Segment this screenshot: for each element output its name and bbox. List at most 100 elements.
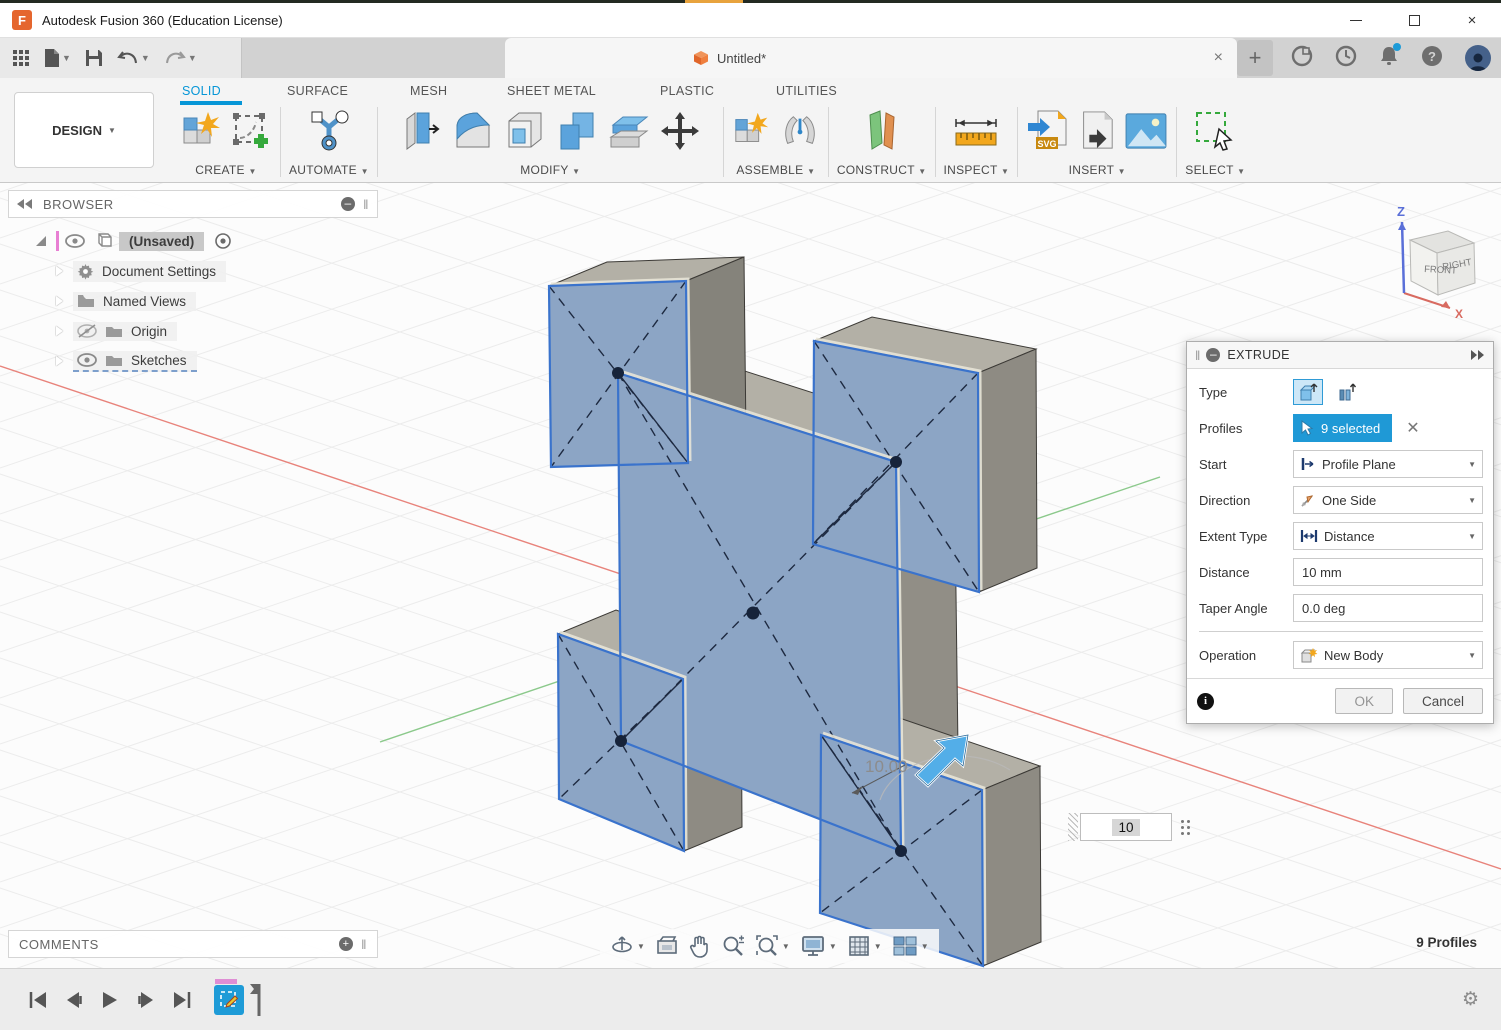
group-construct-label[interactable]: CONSTRUCT ▼ bbox=[837, 163, 927, 177]
step-back-button[interactable] bbox=[64, 991, 84, 1009]
insert-derive-icon[interactable] bbox=[1076, 109, 1116, 158]
joint-icon[interactable] bbox=[780, 111, 820, 156]
tab-surface[interactable]: SURFACE bbox=[287, 84, 348, 98]
design-workspace-selector[interactable]: DESIGN▼ bbox=[14, 92, 154, 168]
operation-select[interactable]: New Body ▼ bbox=[1293, 641, 1483, 669]
ok-button[interactable]: OK bbox=[1335, 688, 1393, 714]
grid-caret-icon[interactable]: ▼ bbox=[874, 942, 882, 951]
comments-header[interactable]: COMMENTS + ‖ bbox=[8, 930, 378, 958]
timeline-sketch-feature[interactable] bbox=[214, 985, 244, 1015]
combine-icon[interactable] bbox=[555, 109, 599, 158]
new-tab-button[interactable]: + bbox=[1237, 40, 1273, 76]
root-document-label[interactable]: (Unsaved) bbox=[119, 232, 204, 251]
hidden-eye-icon[interactable] bbox=[77, 324, 97, 338]
direction-select[interactable]: One Side ▼ bbox=[1293, 486, 1483, 514]
activate-component-icon[interactable] bbox=[214, 232, 232, 250]
fit-caret-icon[interactable]: ▼ bbox=[782, 942, 790, 951]
undo-caret-icon[interactable]: ▼ bbox=[141, 53, 150, 63]
fit-view-tool[interactable]: ▼ bbox=[755, 934, 790, 958]
viewports-tool[interactable]: ▼ bbox=[892, 934, 929, 958]
new-component-icon[interactable] bbox=[732, 111, 772, 156]
extrude-type-thin-button[interactable] bbox=[1331, 379, 1361, 405]
expand-arrow-icon[interactable] bbox=[56, 296, 63, 306]
zoom-tool[interactable] bbox=[721, 934, 745, 958]
cancel-button[interactable]: Cancel bbox=[1403, 688, 1483, 714]
create-sketch-icon[interactable] bbox=[230, 110, 272, 157]
group-automate-label[interactable]: AUTOMATE ▼ bbox=[289, 163, 369, 177]
insert-svg-icon[interactable]: SVG bbox=[1026, 109, 1068, 158]
look-at-tool[interactable] bbox=[655, 935, 679, 957]
extrude-type-solid-button[interactable] bbox=[1293, 379, 1323, 405]
collapse-panel-icon[interactable] bbox=[17, 199, 33, 209]
viewports-caret-icon[interactable]: ▼ bbox=[921, 942, 929, 951]
split-body-icon[interactable] bbox=[607, 109, 651, 158]
group-create-label[interactable]: CREATE ▼ bbox=[195, 163, 256, 177]
extrude-dialog-header[interactable]: ‖ – EXTRUDE bbox=[1187, 342, 1493, 369]
orbit-caret-icon[interactable]: ▼ bbox=[637, 942, 645, 951]
file-menu-button[interactable]: ▼ bbox=[44, 48, 71, 68]
browser-minimize-icon[interactable]: – bbox=[341, 197, 355, 211]
insert-canvas-icon[interactable] bbox=[1124, 112, 1168, 155]
dialog-collapse-icon[interactable] bbox=[1470, 350, 1485, 360]
browser-item-named-views[interactable]: Named Views bbox=[56, 286, 378, 316]
dialog-info-icon[interactable]: i bbox=[1197, 693, 1214, 710]
redo-button[interactable]: ▼ bbox=[164, 49, 197, 67]
automate-icon[interactable] bbox=[307, 109, 351, 158]
display-caret-icon[interactable]: ▼ bbox=[829, 942, 837, 951]
add-comment-icon[interactable]: + bbox=[339, 937, 353, 951]
help-icon[interactable]: ? bbox=[1421, 45, 1443, 72]
construction-plane-icon[interactable] bbox=[860, 109, 904, 158]
extent-type-select[interactable]: Distance ▼ bbox=[1293, 522, 1483, 550]
maximize-button[interactable] bbox=[1385, 3, 1443, 37]
orbit-tool[interactable]: ▼ bbox=[610, 934, 645, 958]
view-cube[interactable]: X Z FRONT RIGHT bbox=[1397, 204, 1475, 321]
distance-drag-grip[interactable] bbox=[1068, 813, 1078, 841]
notifications-bell-icon[interactable] bbox=[1379, 45, 1399, 72]
group-assemble-label[interactable]: ASSEMBLE ▼ bbox=[736, 163, 815, 177]
redo-caret-icon[interactable]: ▼ bbox=[188, 53, 197, 63]
taper-angle-input[interactable]: 0.0 deg bbox=[1293, 594, 1483, 622]
move-copy-icon[interactable] bbox=[659, 110, 701, 157]
distance-input[interactable]: 10 mm bbox=[1293, 558, 1483, 586]
group-inspect-label[interactable]: INSPECT ▼ bbox=[944, 163, 1010, 177]
tab-solid[interactable]: SOLID bbox=[182, 84, 221, 98]
tab-sheet-metal[interactable]: SHEET METAL bbox=[507, 84, 596, 98]
distance-float-widget[interactable]: 10 bbox=[1068, 812, 1190, 842]
dialog-grip-handle[interactable]: ‖ bbox=[1195, 348, 1200, 363]
document-tab-close-icon[interactable]: × bbox=[1214, 49, 1223, 67]
distance-value-input[interactable]: 10 bbox=[1080, 813, 1172, 841]
expand-arrow-icon[interactable] bbox=[56, 356, 63, 366]
document-tab[interactable]: Untitled* × bbox=[505, 38, 1237, 78]
go-to-end-button[interactable] bbox=[172, 991, 192, 1009]
tab-mesh[interactable]: MESH bbox=[410, 84, 447, 98]
browser-item-origin[interactable]: Origin bbox=[56, 316, 378, 346]
close-button[interactable]: × bbox=[1443, 3, 1501, 37]
browser-header[interactable]: BROWSER – ‖ bbox=[8, 190, 378, 218]
press-pull-icon[interactable] bbox=[399, 109, 443, 158]
distance-options-handle[interactable] bbox=[1181, 820, 1190, 835]
browser-grip-handle[interactable]: ‖ bbox=[363, 197, 369, 212]
minimize-button[interactable] bbox=[1327, 3, 1385, 37]
timeline-settings-gear-icon[interactable]: ⚙ bbox=[1462, 988, 1479, 1011]
select-icon[interactable] bbox=[1193, 109, 1237, 158]
visibility-eye-icon[interactable] bbox=[77, 353, 97, 367]
profiles-selected-chip[interactable]: 9 selected bbox=[1293, 414, 1392, 442]
play-button[interactable] bbox=[100, 991, 120, 1009]
user-avatar[interactable] bbox=[1465, 45, 1491, 71]
new-solid-icon[interactable] bbox=[180, 110, 222, 157]
browser-item-document-settings[interactable]: Document Settings bbox=[56, 256, 378, 286]
extensions-icon[interactable] bbox=[1291, 45, 1313, 72]
start-select[interactable]: Profile Plane ▼ bbox=[1293, 450, 1483, 478]
expand-arrow-icon[interactable] bbox=[56, 326, 63, 336]
clear-selection-icon[interactable]: ✕ bbox=[1406, 418, 1419, 438]
dialog-minimize-icon[interactable]: – bbox=[1206, 348, 1220, 362]
comments-grip-handle[interactable]: ‖ bbox=[361, 937, 367, 952]
visibility-eye-icon[interactable] bbox=[65, 234, 85, 248]
tab-plastic[interactable]: PLASTIC bbox=[660, 84, 714, 98]
browser-item-sketches[interactable]: Sketches bbox=[56, 346, 378, 376]
expand-arrow-icon[interactable] bbox=[56, 266, 63, 276]
group-modify-label[interactable]: MODIFY ▼ bbox=[520, 163, 580, 177]
go-to-start-button[interactable] bbox=[28, 991, 48, 1009]
grid-settings-tool[interactable]: ▼ bbox=[847, 934, 882, 958]
step-forward-button[interactable] bbox=[136, 991, 156, 1009]
